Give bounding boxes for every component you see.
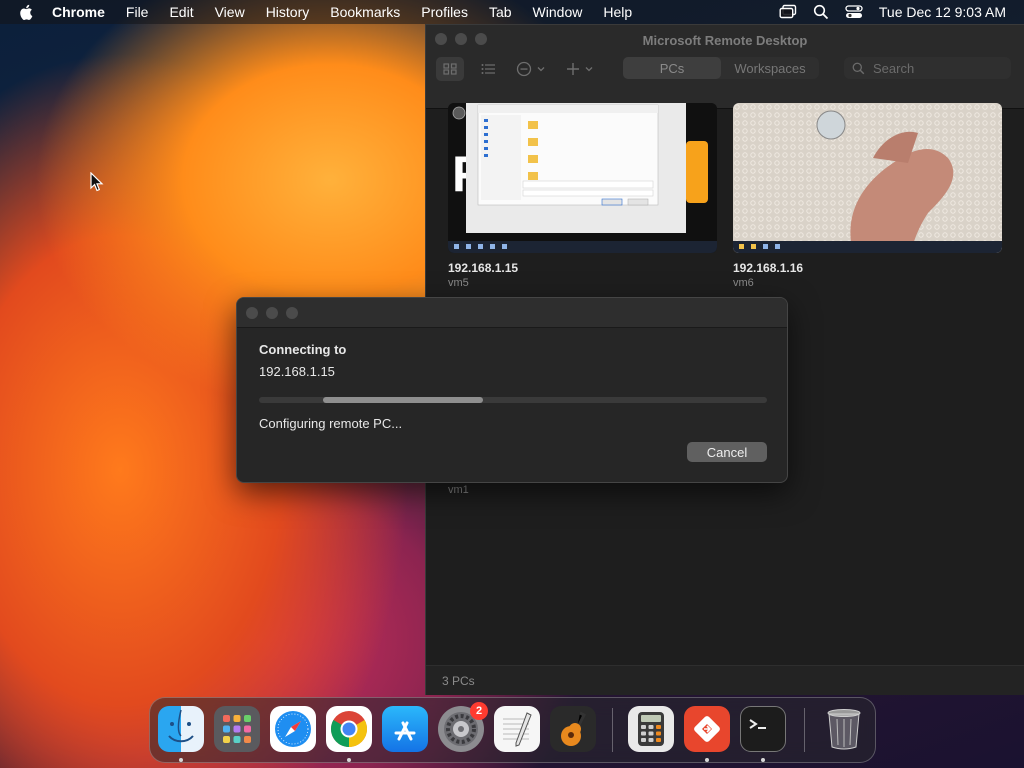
dialog-titlebar (237, 298, 787, 328)
window-titlebar: Microsoft Remote Desktop PCs Workspaces … (426, 25, 1024, 109)
progress-fill (322, 397, 483, 403)
search-field[interactable]: Search (844, 57, 1011, 79)
menu-clock[interactable]: Tue Dec 12 9:03 AM (879, 4, 1006, 20)
pcs-workspaces-segmented-control: PCs Workspaces (623, 57, 819, 79)
running-indicator (347, 758, 351, 762)
app-store-icon (394, 721, 416, 741)
connecting-dialog: Connecting to 192.168.1.15 Configuring r… (236, 297, 788, 483)
dock-separator (612, 708, 613, 752)
plus-icon (567, 63, 579, 75)
textedit-icon (503, 712, 532, 747)
apple-logo-icon[interactable] (18, 3, 36, 21)
remote-desktop-icon (694, 716, 720, 742)
dock: 2 (149, 697, 876, 763)
dock-separator (804, 708, 805, 752)
ellipsis-circle-icon (516, 61, 532, 77)
running-indicator (761, 758, 765, 762)
chrome-icon (330, 711, 368, 747)
dialog-body: Connecting to 192.168.1.15 Configuring r… (237, 328, 787, 431)
add-button[interactable] (566, 57, 594, 81)
pc-label: vm5 (448, 277, 469, 289)
chevron-down-icon (537, 67, 545, 72)
zoom-dialog-button[interactable] (286, 307, 298, 319)
menu-tab[interactable]: Tab (489, 4, 512, 20)
dialog-heading: Connecting to (259, 342, 347, 357)
pc-name: 192.168.1.15 (448, 261, 519, 275)
menu-bookmarks[interactable]: Bookmarks (330, 4, 400, 20)
running-indicator (705, 758, 709, 762)
terminal-icon (749, 719, 766, 729)
pc-tile[interactable]: vm1 (448, 482, 469, 496)
pc-tile[interactable]: F 192.168.1.15 vm5 (448, 103, 717, 289)
connection-progress-bar (259, 397, 767, 403)
remote-screen-preview (733, 103, 1002, 253)
menu-window[interactable]: Window (533, 4, 583, 20)
dock-garageband[interactable] (550, 706, 596, 752)
status-footer: 3 PCs (426, 665, 1024, 695)
mouse-cursor-icon (90, 172, 104, 192)
search-placeholder: Search (873, 60, 915, 76)
connection-status: Configuring remote PC... (259, 416, 403, 431)
control-center-icon[interactable] (845, 4, 863, 20)
menu-help[interactable]: Help (603, 4, 632, 20)
trash-icon (827, 709, 861, 750)
pc-thumbnail: F (448, 103, 717, 253)
more-actions-button[interactable] (516, 57, 546, 81)
dock-trash[interactable] (821, 706, 867, 752)
list-view-button[interactable] (474, 57, 502, 81)
safari-icon (275, 711, 311, 747)
minimize-dialog-button[interactable] (266, 307, 278, 319)
pc-name: 192.168.1.16 (733, 261, 804, 275)
garageband-icon (561, 711, 587, 746)
dock-system-settings[interactable]: 2 (438, 702, 488, 752)
pc-thumbnail (733, 103, 1002, 253)
dialog-window-controls (246, 307, 298, 319)
pc-count: 3 PCs (442, 673, 475, 688)
search-icon (852, 62, 865, 74)
launchpad-icon (223, 715, 251, 743)
dock-calculator[interactable] (628, 706, 674, 752)
connection-address: 192.168.1.15 (259, 364, 335, 379)
dock-launchpad[interactable] (214, 706, 260, 752)
menu-view[interactable]: View (215, 4, 245, 20)
window-title: Microsoft Remote Desktop (642, 33, 808, 48)
running-indicator (179, 758, 183, 762)
menu-edit[interactable]: Edit (169, 4, 193, 20)
menu-bar: Chrome File Edit View History Bookmarks … (0, 0, 1024, 24)
pc-label: vm6 (733, 277, 754, 289)
close-dialog-button[interactable] (246, 307, 258, 319)
spotlight-search-icon[interactable] (813, 4, 829, 20)
tab-pcs[interactable]: PCs (623, 57, 721, 79)
menu-history[interactable]: History (266, 4, 310, 20)
dock-app-store[interactable] (382, 706, 428, 752)
dock-chrome[interactable] (326, 706, 372, 752)
dock-terminal[interactable] (740, 706, 786, 752)
grid-view-icon (443, 63, 457, 75)
view-toggle (436, 57, 502, 81)
list-view-icon (481, 64, 495, 74)
screen-mirroring-icon[interactable] (779, 4, 797, 20)
cancel-button[interactable]: Cancel (687, 442, 767, 462)
dock-safari[interactable] (270, 706, 316, 752)
menu-profiles[interactable]: Profiles (421, 4, 468, 20)
dock-finder[interactable] (158, 706, 204, 752)
remote-screen-preview: F (448, 103, 717, 253)
chevron-down-icon (585, 67, 593, 72)
pc-tile[interactable]: 192.168.1.16 vm6 (733, 103, 1002, 289)
dock-remote-desktop[interactable] (684, 706, 730, 752)
dock-textedit[interactable] (494, 706, 540, 752)
menu-app-name[interactable]: Chrome (52, 4, 105, 20)
notification-badge: 2 (470, 702, 488, 720)
grid-view-button[interactable] (436, 57, 464, 81)
calculator-icon (638, 712, 664, 746)
pc-label: vm1 (448, 484, 469, 496)
finder-icon (168, 709, 194, 743)
tab-workspaces[interactable]: Workspaces (721, 57, 819, 79)
menu-file[interactable]: File (126, 4, 149, 20)
